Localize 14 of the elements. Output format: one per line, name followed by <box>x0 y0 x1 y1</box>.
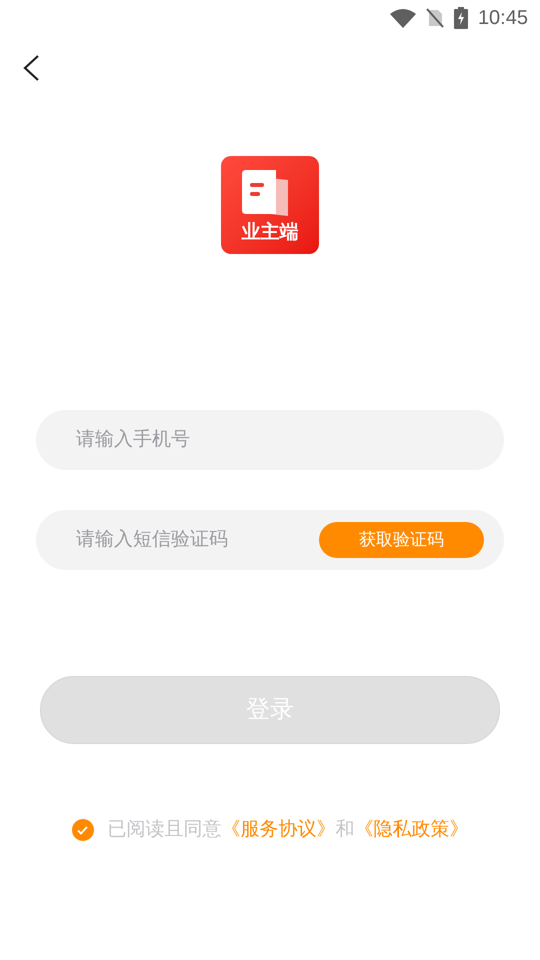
terms-link[interactable]: 《服务协议》 <box>222 819 336 840</box>
phone-field[interactable]: 请输入手机号 <box>36 410 504 470</box>
battery-charging-icon <box>454 7 468 29</box>
privacy-link[interactable]: 《隐私政策》 <box>354 819 468 840</box>
agreement-text: 已阅读且同意《服务协议》和《隐私政策》 <box>108 818 468 842</box>
status-time: 10:45 <box>478 6 528 31</box>
logo-text: 业主端 <box>242 220 298 245</box>
get-code-button[interactable]: 获取验证码 <box>319 522 484 558</box>
check-icon <box>77 826 88 835</box>
no-sim-icon <box>426 8 444 28</box>
code-field[interactable]: 请输入短信验证码 <box>76 526 319 554</box>
wifi-icon <box>390 8 416 28</box>
back-icon[interactable] <box>22 54 40 82</box>
agree-checkbox[interactable] <box>72 819 94 842</box>
